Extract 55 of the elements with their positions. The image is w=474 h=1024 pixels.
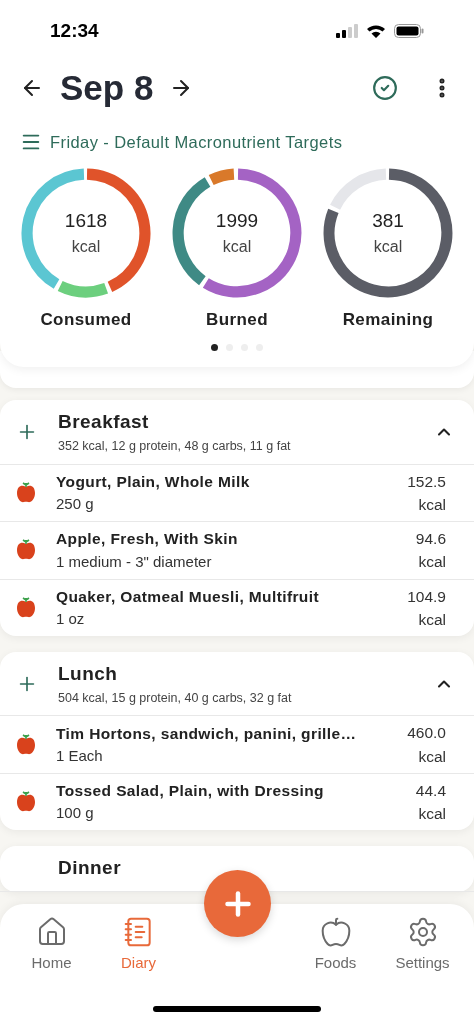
calorie-unit: kcal [71,237,101,257]
nav-tab[interactable]: Home [8,916,95,975]
food-name: Tossed Salad, Plain, with Dressing [56,781,325,802]
food-calories: 460.0 [407,723,446,744]
date-title: Sep 8 [60,66,154,109]
food-calories: 94.6 [415,529,446,549]
food-entry[interactable]: Quaker, Oatmeal Muesli, Multifruit 1 oz 104.9 kcal [0,579,474,636]
meal-summary: 504 kcal, 15 g protein, 40 g carbs, 32 g fat [58,689,292,707]
food-amount: 1 medium - 3" diameter [56,551,213,572]
meal-title: Lunch [58,662,118,686]
food-calories: 104.9 [407,586,446,607]
food-entry[interactable]: Tim Hortons, sandwich, panini, grille… 1 Each 460.0 kcal [0,716,474,774]
calorie-unit: kcal [418,552,446,573]
wifi-icon [366,24,386,38]
check-icon[interactable] [372,75,398,101]
meal-title: Dinner [58,856,122,881]
calorie-unit: kcal [222,237,252,257]
calorie-unit: kcal [373,237,403,257]
food-calories: 44.4 [415,780,446,801]
apple-icon [319,916,352,948]
calorie-unit: kcal [418,746,446,767]
ring-label: Consumed [40,308,132,331]
food-name: Tim Hortons, sandwich, panini, grille… [56,723,358,744]
food-entry[interactable]: Apple, Fresh, With Skin 1 medium - 3" diameter 94.6 kcal [0,522,474,580]
calorie-value: 1999 [215,208,259,233]
apple-icon [16,791,36,813]
calorie-value: 381 [372,208,404,233]
ring-label: Remaining [342,308,434,331]
calorie-unit: kcal [418,609,446,630]
meal-summary: 352 kcal, 12 g protein, 48 g carbs, 11 g fat [58,437,291,455]
apple-icon [16,481,36,504]
food-calories: 152.5 [407,471,446,492]
food-name: Quaker, Oatmeal Muesli, Multifruit [56,586,320,607]
targets-subtitle[interactable]: Friday - Default Macronutrient Targets [50,130,343,155]
nav-tab[interactable]: Foods [292,916,379,975]
calorie-unit: kcal [418,494,446,515]
food-name: Apple, Fresh, With Skin [56,529,239,550]
ring-label: Burned [205,308,269,331]
signal-icon [336,24,358,38]
food-entry[interactable]: Tossed Salad, Plain, with Dressing 100 g 44.4 kcal [0,773,474,831]
nav-tab[interactable]: Settings [379,916,466,975]
calorie-unit: kcal [418,804,446,824]
food-entry[interactable]: Yogurt, Plain, Whole Milk 250 g 152.5 kcal [0,464,474,522]
food-amount: 250 g [56,494,95,515]
apple-icon [16,733,36,756]
battery-icon [394,24,424,38]
food-amount: 1 Each [56,745,104,766]
status-time: 12:34 [50,18,99,43]
food-amount: 100 g [56,803,95,824]
food-name: Yogurt, Plain, Whole Milk [56,471,251,492]
calorie-value: 1618 [64,208,108,233]
apple-icon [16,539,36,562]
apple-icon [16,596,36,619]
meal-title: Breakfast [58,410,149,435]
food-amount: 1 oz [56,609,86,630]
